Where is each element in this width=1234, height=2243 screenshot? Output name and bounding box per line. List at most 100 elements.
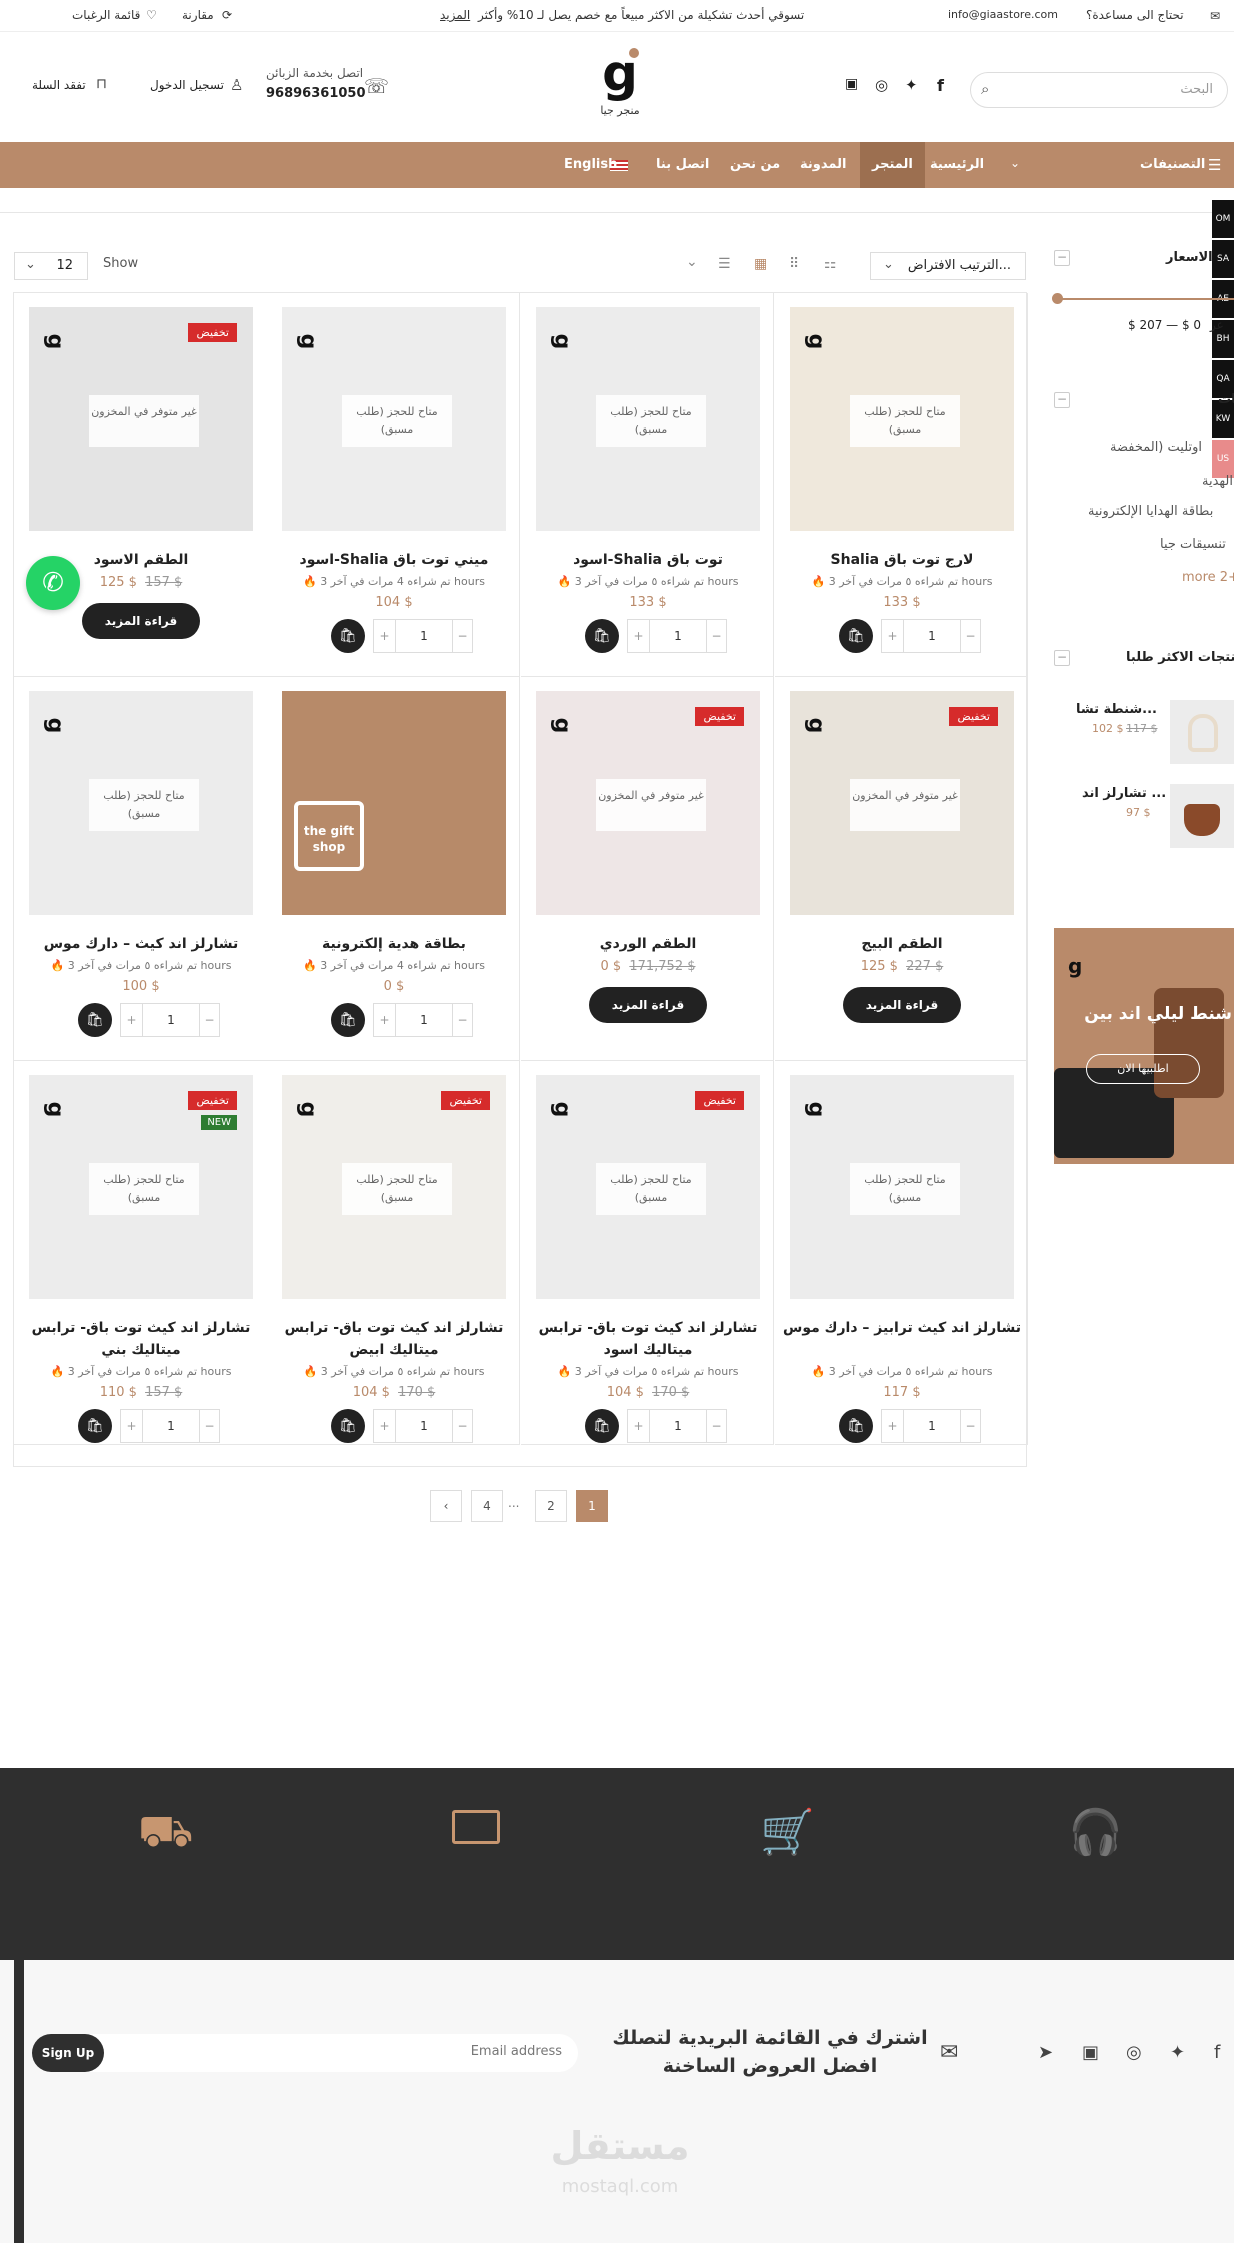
- product-image[interactable]: the gift shop: [282, 691, 506, 915]
- product-image[interactable]: g تخفيض غير متوفر في المخزون: [29, 307, 253, 531]
- add-to-cart-button[interactable]: 🛍: [78, 1409, 112, 1443]
- read-more-button[interactable]: قراءة المزيد: [589, 987, 707, 1023]
- grid-3-icon[interactable]: ⠿: [789, 256, 799, 272]
- product-card[interactable]: g تخفيض متاح للحجز (طلب مسبق) تشارلز اند كي…: [521, 1061, 774, 1445]
- decrease-button[interactable]: −: [960, 1410, 980, 1442]
- per-page-select[interactable]: 12 ⌄: [14, 252, 88, 280]
- product-title[interactable]: الطقم البيج: [783, 933, 1021, 955]
- signup-button[interactable]: Sign Up: [32, 2034, 104, 2072]
- decrease-button[interactable]: −: [960, 620, 980, 652]
- product-title[interactable]: Shalia لارج توت باق: [783, 549, 1021, 571]
- product-image[interactable]: g تخفيض NEW متاح للحجز (طلب مسبق): [29, 1075, 253, 1299]
- top-product-1-name[interactable]: شنطة تشا...: [1076, 702, 1157, 717]
- instagram-icon[interactable]: ◎: [875, 76, 888, 94]
- product-card[interactable]: g متاح للحجز (طلب مسبق) Shalia لارج توت با…: [775, 293, 1028, 677]
- user-icon[interactable]: ♙: [230, 76, 243, 94]
- email-field[interactable]: Email address: [471, 2044, 562, 2059]
- page-next-chevron-icon[interactable]: ‹: [430, 1490, 462, 1522]
- top-product-2-image[interactable]: [1170, 784, 1234, 848]
- list-view-icon[interactable]: ☰: [718, 256, 731, 272]
- chevron-down-icon[interactable]: ⌄: [1010, 156, 1020, 170]
- add-to-cart-button[interactable]: 🛍: [839, 619, 873, 653]
- product-image[interactable]: g متاح للحجز (طلب مسبق): [29, 691, 253, 915]
- quantity-stepper[interactable]: +1−: [373, 619, 473, 653]
- whatsapp-icon[interactable]: ✆: [26, 556, 80, 610]
- quantity-value[interactable]: 1: [143, 1004, 199, 1036]
- product-image[interactable]: g تخفيض متاح للحجز (طلب مسبق): [282, 1075, 506, 1299]
- add-to-cart-button[interactable]: 🛍: [331, 1003, 365, 1037]
- search-box[interactable]: البحث ⌕: [970, 72, 1228, 108]
- increase-button[interactable]: +: [374, 620, 396, 652]
- quantity-value[interactable]: 1: [904, 620, 960, 652]
- product-title[interactable]: تشارلز اند كيث ترابيز – دارك موس: [783, 1317, 1021, 1339]
- nav-blog[interactable]: المدونة: [800, 142, 846, 188]
- quantity-stepper[interactable]: +1−: [881, 619, 981, 653]
- category-gia-styles[interactable]: تنسيقات جيا: [1160, 537, 1226, 552]
- menu-icon[interactable]: ☰: [1208, 156, 1221, 174]
- category-gift[interactable]: الهدية: [1202, 474, 1233, 489]
- facebook-icon[interactable]: f: [1214, 2042, 1220, 2063]
- support-phone[interactable]: 96896361050: [266, 86, 366, 101]
- product-title[interactable]: تشارلز اند كيث – دارك موس: [22, 933, 260, 955]
- product-card[interactable]: g تخفيض غير متوفر في المخزون الطقم البيج 125…: [775, 677, 1028, 1061]
- product-title[interactable]: تشارلز اند كيث توت باق- ترابس ميتاليك اس…: [529, 1317, 767, 1361]
- collapse-categories-icon[interactable]: −: [1054, 392, 1070, 408]
- quantity-value[interactable]: 1: [396, 1410, 452, 1442]
- quantity-value[interactable]: 1: [650, 620, 706, 652]
- quantity-stepper[interactable]: +1−: [881, 1409, 981, 1443]
- grid-4-icon[interactable]: ▦: [754, 256, 767, 272]
- add-to-cart-button[interactable]: 🛍: [331, 619, 365, 653]
- compare-link[interactable]: مقارنة: [182, 8, 214, 22]
- decrease-button[interactable]: −: [706, 1410, 726, 1442]
- product-image[interactable]: g متاح للحجز (طلب مسبق): [790, 307, 1014, 531]
- increase-button[interactable]: +: [882, 1410, 904, 1442]
- increase-button[interactable]: +: [121, 1004, 143, 1036]
- wishlist-link[interactable]: قائمة الرغبات: [72, 8, 140, 22]
- product-card[interactable]: g تخفيض غير متوفر في المخزون الطقم الوردي 0 …: [521, 677, 774, 1061]
- facebook-icon[interactable]: f: [937, 76, 944, 95]
- product-title[interactable]: بطاقة هدية إلكترونية: [275, 933, 513, 955]
- product-card[interactable]: g متاح للحجز (طلب مسبق) اسود-Shalia توت با…: [521, 293, 774, 677]
- quantity-stepper[interactable]: +1−: [120, 1409, 220, 1443]
- add-to-cart-button[interactable]: 🛍: [839, 1409, 873, 1443]
- collapse-top-products-icon[interactable]: −: [1054, 650, 1070, 666]
- decrease-button[interactable]: −: [452, 620, 472, 652]
- youtube-icon[interactable]: ▣: [845, 76, 858, 92]
- product-image[interactable]: g تخفيض غير متوفر في المخزون: [536, 691, 760, 915]
- decrease-button[interactable]: −: [199, 1410, 219, 1442]
- quantity-value[interactable]: 1: [396, 1004, 452, 1036]
- quantity-value[interactable]: 1: [396, 620, 452, 652]
- add-to-cart-button[interactable]: 🛍: [585, 619, 619, 653]
- product-image[interactable]: g تخفيض غير متوفر في المخزون: [790, 691, 1014, 915]
- page-1[interactable]: 1: [576, 1490, 608, 1522]
- nav-about[interactable]: من نحن: [730, 142, 780, 188]
- instagram-icon[interactable]: ◎: [1126, 2042, 1142, 2063]
- increase-button[interactable]: +: [374, 1004, 396, 1036]
- product-title[interactable]: تشارلز اند كيث توت باق- ترابس ميتاليك اب…: [275, 1317, 513, 1361]
- chat-icon[interactable]: ✉: [1210, 9, 1220, 23]
- banner-button[interactable]: اطلبيها الان: [1086, 1054, 1200, 1084]
- decrease-button[interactable]: −: [706, 620, 726, 652]
- currency-sa[interactable]: SA: [1212, 240, 1234, 278]
- category-outlet[interactable]: اوتليت (المخفضة: [1110, 440, 1202, 455]
- read-more-button[interactable]: قراءة المزيد: [82, 603, 200, 639]
- support-email[interactable]: info@giaastore.com: [948, 8, 1058, 21]
- quantity-stepper[interactable]: +1−: [627, 619, 727, 653]
- add-to-cart-button[interactable]: 🛍: [331, 1409, 365, 1443]
- product-card[interactable]: g متاح للحجز (طلب مسبق) تشارلز اند كيث – د…: [14, 677, 267, 1061]
- product-image[interactable]: g متاح للحجز (طلب مسبق): [282, 307, 506, 531]
- increase-button[interactable]: +: [121, 1410, 143, 1442]
- nav-home[interactable]: الرئيسية: [930, 142, 984, 188]
- decrease-button[interactable]: −: [452, 1410, 472, 1442]
- heart-icon[interactable]: ♡: [146, 8, 157, 22]
- quantity-stepper[interactable]: +1−: [373, 1003, 473, 1037]
- quantity-value[interactable]: 1: [143, 1410, 199, 1442]
- quantity-value[interactable]: 1: [904, 1410, 960, 1442]
- decrease-button[interactable]: −: [452, 1004, 472, 1036]
- product-card[interactable]: g تخفيض متاح للحجز (طلب مسبق) تشارلز اند كي…: [267, 1061, 520, 1445]
- compare-icon[interactable]: ⟳: [222, 8, 232, 22]
- increase-button[interactable]: +: [882, 620, 904, 652]
- youtube-icon[interactable]: ▣: [1082, 2042, 1099, 2063]
- read-more-button[interactable]: قراءة المزيد: [843, 987, 961, 1023]
- search-icon[interactable]: ⌕: [981, 80, 989, 98]
